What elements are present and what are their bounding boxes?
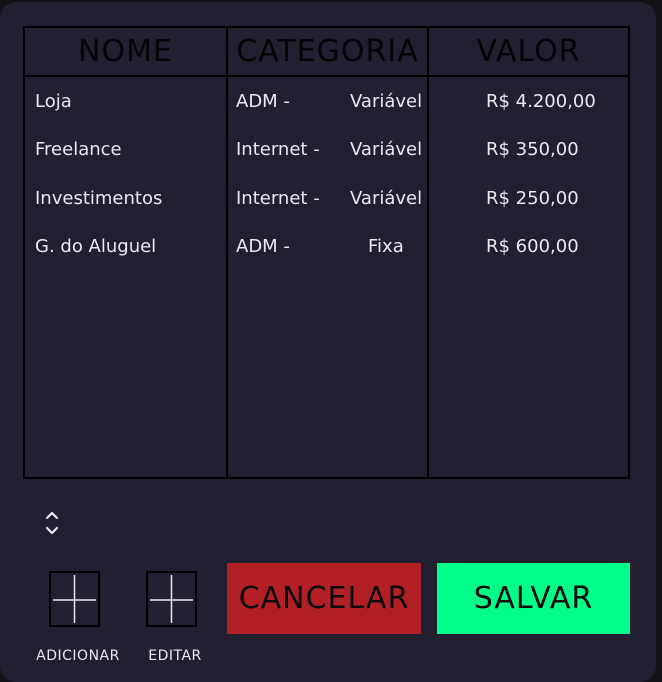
table-row-nome[interactable]: G. do Aluguel bbox=[35, 235, 156, 259]
column-header-valor[interactable]: VALOR bbox=[429, 32, 628, 72]
plus-icon bbox=[53, 575, 96, 623]
table-row-tipo[interactable]: Fixa bbox=[368, 235, 404, 259]
table-row-nome[interactable]: Loja bbox=[35, 90, 72, 114]
column-divider bbox=[226, 28, 228, 477]
table-row-categoria[interactable]: ADM - bbox=[236, 235, 290, 259]
table-row-valor[interactable]: R$ 600,00 bbox=[486, 235, 579, 259]
cancel-button[interactable]: CANCELAR bbox=[227, 563, 421, 634]
column-header-nome[interactable]: NOME bbox=[25, 32, 226, 72]
sort-updown-icon[interactable] bbox=[44, 510, 60, 536]
table-row-categoria[interactable]: ADM - bbox=[236, 90, 290, 114]
table-row-tipo[interactable]: Variável bbox=[350, 90, 422, 114]
column-header-categoria[interactable]: CATEGORIA bbox=[228, 32, 427, 72]
table-row-categoria[interactable]: Internet - bbox=[236, 138, 320, 162]
add-button[interactable] bbox=[49, 571, 100, 627]
table-row-tipo[interactable]: Variável bbox=[350, 138, 422, 162]
save-button[interactable]: SALVAR bbox=[437, 563, 630, 634]
table-row-valor[interactable]: R$ 250,00 bbox=[486, 187, 579, 211]
edit-button-label: EDITAR bbox=[148, 648, 202, 664]
table-row-tipo[interactable]: Variável bbox=[350, 187, 422, 211]
edit-button[interactable] bbox=[146, 571, 197, 627]
header-divider bbox=[25, 75, 628, 77]
table-row-categoria[interactable]: Internet - bbox=[236, 187, 320, 211]
data-table: NOME CATEGORIA VALOR Loja ADM - Variável… bbox=[23, 26, 630, 479]
column-divider bbox=[427, 28, 429, 477]
table-row-valor[interactable]: R$ 350,00 bbox=[486, 138, 579, 162]
table-row-nome[interactable]: Investimentos bbox=[35, 187, 162, 211]
add-button-label: ADICIONAR bbox=[36, 648, 120, 664]
table-row-valor[interactable]: R$ 4.200,00 bbox=[486, 90, 596, 114]
plus-icon bbox=[150, 575, 193, 623]
table-row-nome[interactable]: Freelance bbox=[35, 138, 122, 162]
